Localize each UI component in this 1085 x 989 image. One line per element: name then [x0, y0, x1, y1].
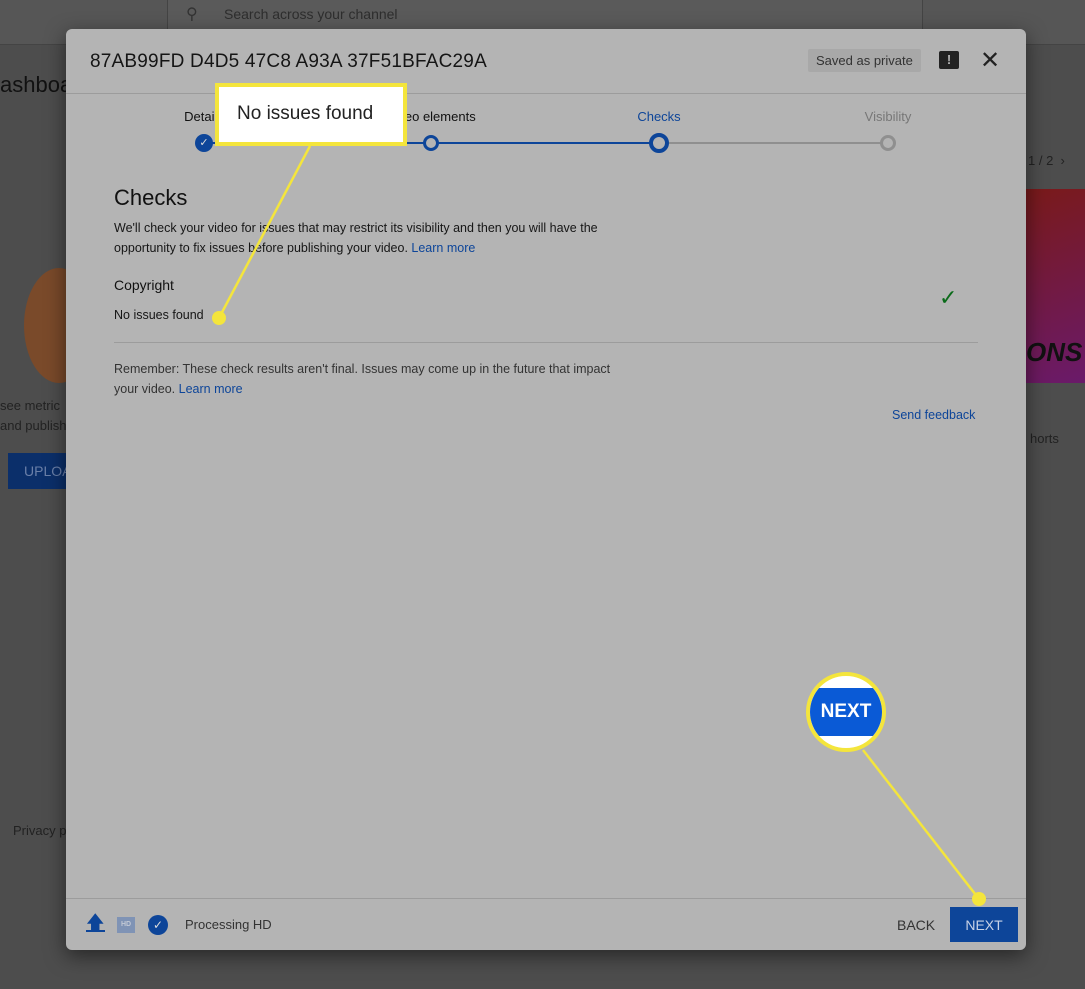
callout-dot [212, 311, 226, 325]
callout-line [862, 749, 980, 900]
callout-line [217, 145, 312, 319]
annotation-magnifier: NEXT [806, 672, 886, 752]
annotation-lines [212, 145, 986, 906]
annotation-callout: No issues found [215, 83, 407, 146]
callout-dot [972, 892, 986, 906]
